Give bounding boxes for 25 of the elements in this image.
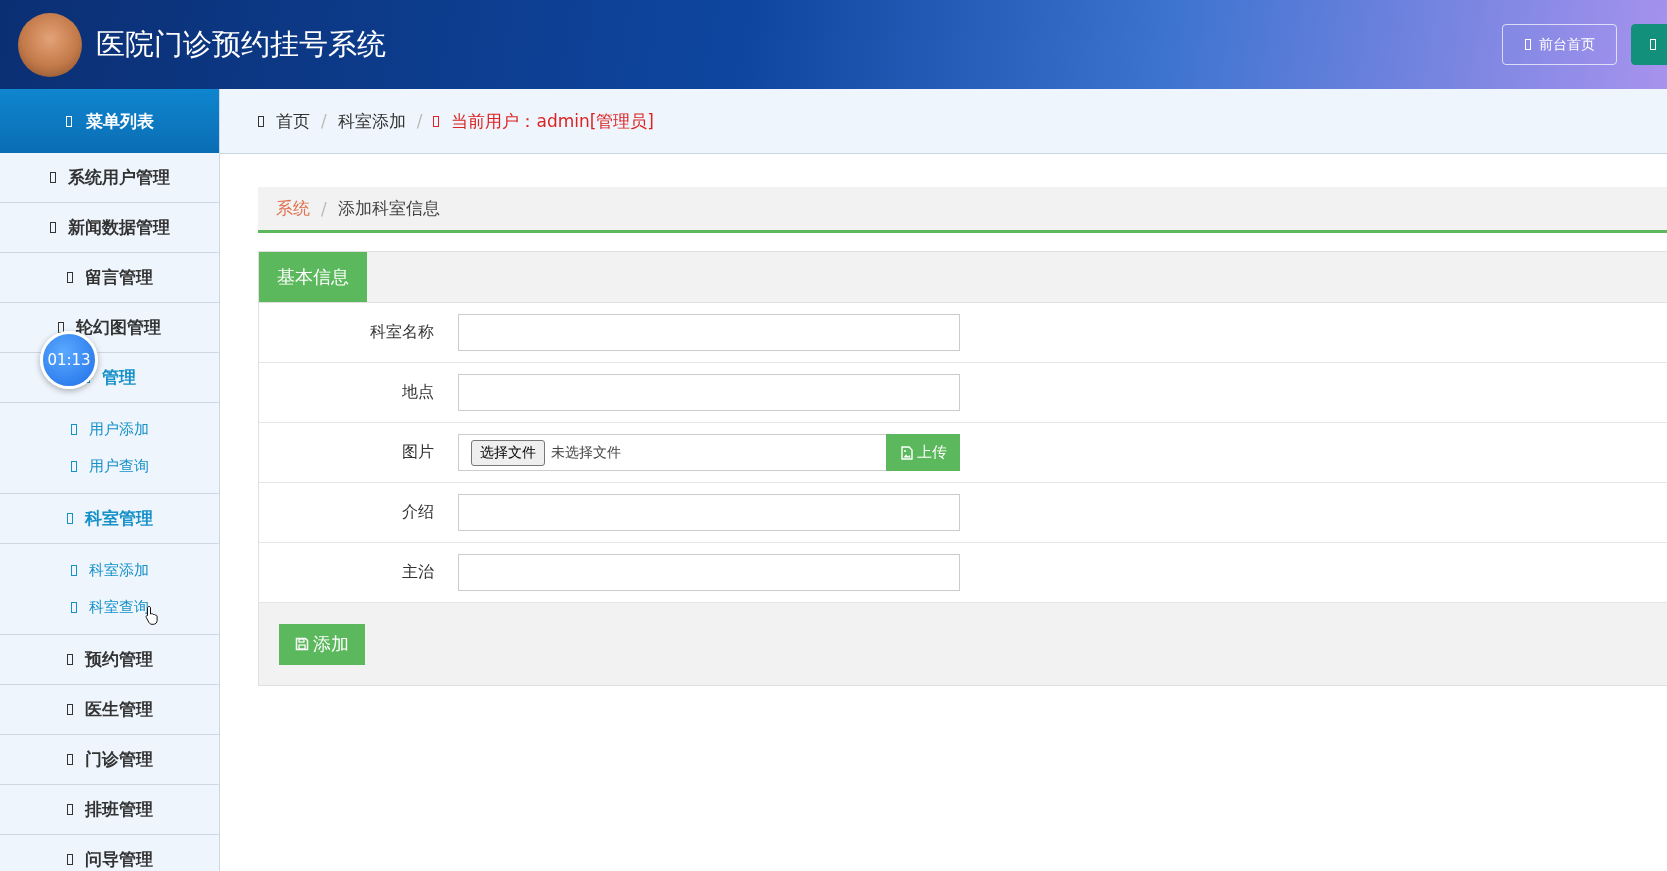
field-label: 地点 (401, 382, 434, 403)
breadcrumb-separator: / (321, 111, 327, 131)
current-user: 当前用户：admin[管理员] (433, 109, 654, 133)
breadcrumb-link[interactable]: 科室添加 (337, 109, 406, 133)
menu-title: 菜单列表 (85, 109, 154, 133)
field-label: 科室名称 (369, 322, 434, 343)
app-title: 医院门诊预约挂号系统 (96, 25, 387, 63)
menu-item[interactable]: 门诊管理 (0, 735, 219, 785)
menu-item[interactable]: 问导管理 (0, 835, 219, 871)
breadcrumb-separator: / (321, 198, 327, 219)
field-label: 主治 (401, 562, 434, 583)
breadcrumb-link[interactable]: 首页 (258, 109, 310, 133)
menu-item[interactable]: 预约管理 (0, 635, 219, 685)
menu-item[interactable]: 新闻数据管理 (0, 203, 219, 253)
menu-item[interactable]: 医生管理 (0, 685, 219, 735)
menu-item[interactable]: 系统用户管理 (0, 153, 219, 203)
field-label: 介绍 (401, 502, 434, 523)
file-status: 未选择文件 (551, 443, 621, 462)
file-field[interactable]: 选择文件 未选择文件 (458, 434, 886, 471)
field-label: 图片 (401, 442, 434, 463)
menu-item[interactable]: 排班管理 (0, 785, 219, 835)
breadcrumb-current: 添加科室信息 (337, 197, 440, 220)
choose-file-button[interactable]: 选择文件 (471, 439, 545, 466)
menu-item[interactable]: 留言管理 (0, 253, 219, 303)
breadcrumb-separator: / (416, 111, 423, 131)
